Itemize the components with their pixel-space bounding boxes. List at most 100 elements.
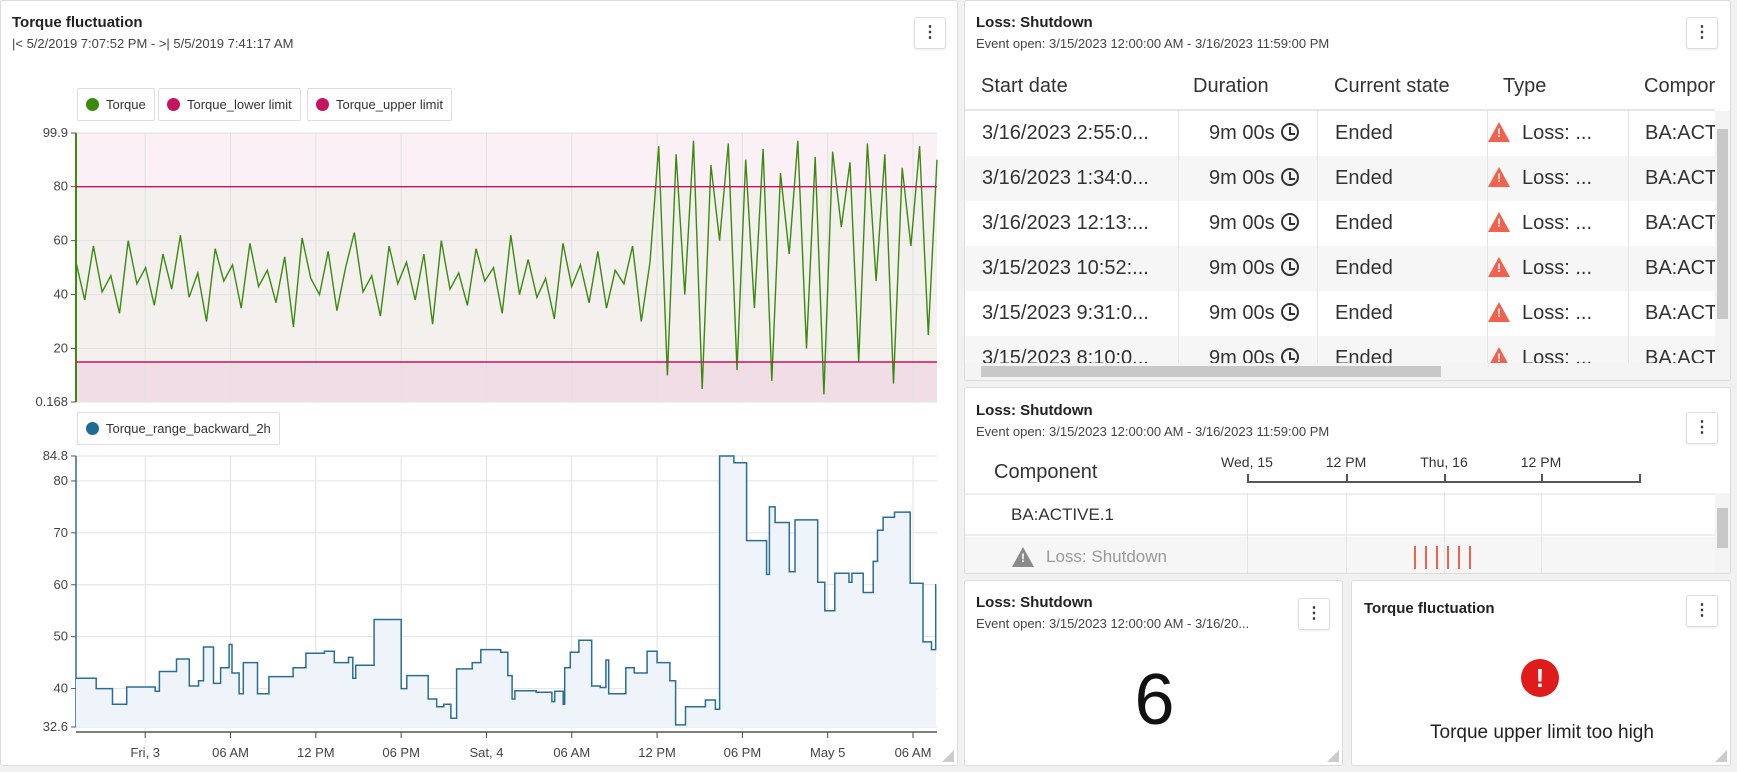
column-divider bbox=[1317, 291, 1318, 336]
panel-menu-button[interactable]: ⋮ bbox=[1686, 17, 1718, 49]
y-tick-label: 60 bbox=[54, 233, 68, 248]
row-label: BA:ACTIVE.1 bbox=[1011, 505, 1114, 524]
scrollbar-thumb[interactable] bbox=[1717, 508, 1728, 548]
column-divider bbox=[1178, 336, 1179, 363]
table-row[interactable]: 3/15/2023 9:31:0... 9m 00s Ended Loss: ... B… bbox=[966, 291, 1715, 336]
component-cell-text: BA:ACT bbox=[1645, 167, 1715, 189]
axis-tick bbox=[1247, 474, 1249, 483]
torque-range-area bbox=[76, 456, 936, 727]
y-tick-label: 20 bbox=[54, 341, 68, 356]
axis-tick bbox=[1346, 474, 1348, 483]
component-cell-text: BA:ACT bbox=[1645, 122, 1715, 144]
column-header-component[interactable]: Compor bbox=[1644, 75, 1715, 98]
table-row[interactable]: 3/15/2023 8:10:0... 9m 00s Ended Loss: ... B… bbox=[966, 336, 1715, 363]
start-date-cell-text: 3/16/2023 12:13:... bbox=[982, 212, 1149, 234]
x-tick-label: 06 AM bbox=[553, 745, 590, 760]
upper-band bbox=[76, 133, 937, 187]
alert-panel: Torque fluctuation ⋮ ! Torque upper limi… bbox=[1351, 580, 1731, 766]
event-table-panel: Loss: Shutdown Event open: 3/15/2023 12:… bbox=[964, 0, 1731, 381]
clock-icon bbox=[1280, 213, 1299, 231]
component-cell: BA:ACT bbox=[1645, 302, 1715, 325]
y-tick-label: 99.9 bbox=[43, 125, 68, 140]
table-row[interactable]: 3/16/2023 12:13:... 9m 00s Ended Loss: ... B… bbox=[966, 201, 1715, 246]
duration-cell: 9m 00s bbox=[1209, 347, 1299, 363]
timeline-row-event[interactable]: Loss: Shutdown bbox=[965, 537, 1715, 573]
column-divider bbox=[1178, 291, 1179, 336]
duration-cell: 9m 00s bbox=[1209, 167, 1299, 190]
type-cell-text: Loss: ... bbox=[1522, 257, 1593, 279]
component-cell-text: BA:ACT bbox=[1645, 302, 1715, 324]
warning-icon bbox=[1488, 167, 1510, 187]
type-cell-text: Loss: ... bbox=[1522, 122, 1593, 144]
horizontal-scrollbar[interactable] bbox=[965, 363, 1730, 380]
state-cell: Ended bbox=[1335, 122, 1393, 145]
y-tick-label: 70 bbox=[54, 525, 68, 540]
axis-label: Thu, 16 bbox=[1420, 454, 1468, 470]
table-row[interactable]: 3/16/2023 2:55:0... 9m 00s Ended Loss: ... B… bbox=[966, 111, 1715, 156]
y-tick-label: 80 bbox=[54, 179, 68, 194]
duration-cell-text: 9m 00s bbox=[1209, 122, 1275, 144]
column-divider bbox=[1628, 291, 1629, 336]
x-tick-label: 06 PM bbox=[382, 745, 420, 760]
table-body: 3/16/2023 2:55:0... 9m 00s Ended Loss: ... B… bbox=[965, 111, 1715, 363]
panel-menu-button[interactable]: ⋮ bbox=[1686, 412, 1718, 444]
table-row[interactable]: 3/16/2023 1:34:0... 9m 00s Ended Loss: ... B… bbox=[966, 156, 1715, 201]
axis-tick bbox=[1639, 474, 1641, 483]
column-header-type[interactable]: Type bbox=[1503, 75, 1546, 98]
start-date-cell: 3/16/2023 1:34:0... bbox=[982, 167, 1149, 190]
event-mark bbox=[1425, 546, 1427, 569]
y-tick-label: 32.6 bbox=[43, 719, 68, 734]
panel-title: Torque fluctuation bbox=[1364, 600, 1495, 617]
x-tick-label: Fri, 3 bbox=[130, 745, 160, 760]
panel-menu-button[interactable]: ⋮ bbox=[1686, 595, 1718, 627]
panel-menu-button[interactable]: ⋮ bbox=[1298, 598, 1330, 630]
scrollbar-thumb[interactable] bbox=[1717, 129, 1728, 319]
grid-line bbox=[1444, 493, 1445, 573]
lower-band bbox=[76, 361, 937, 402]
component-cell: BA:ACT bbox=[1645, 122, 1715, 145]
torque-chart-panel: Torque fluctuation |< 5/2/2019 7:07:52 P… bbox=[0, 0, 958, 766]
panel-title: Loss: Shutdown bbox=[976, 14, 1093, 31]
vertical-scrollbar[interactable] bbox=[1715, 111, 1730, 363]
x-tick-label: 06 AM bbox=[212, 745, 249, 760]
column-divider bbox=[1628, 201, 1629, 246]
row-label: Loss: Shutdown bbox=[1046, 547, 1167, 566]
state-cell: Ended bbox=[1335, 302, 1393, 325]
y-tick-label: 0.168 bbox=[35, 394, 68, 409]
state-cell-text: Ended bbox=[1335, 302, 1393, 324]
event-range: Event open: 3/15/2023 12:00:00 AM - 3/16… bbox=[976, 424, 1330, 439]
state-cell-text: Ended bbox=[1335, 212, 1393, 234]
panel-title: Loss: Shutdown bbox=[976, 594, 1093, 611]
column-header-start-date[interactable]: Start date bbox=[981, 75, 1068, 98]
column-header-current-state[interactable]: Current state bbox=[1334, 75, 1450, 98]
torque-charts[interactable]: 99.9 80 60 40 20 0.168 Fri, 3 06 AM 12 PM 06 PM Sa… bbox=[1, 1, 959, 767]
resize-handle[interactable] bbox=[1327, 750, 1339, 762]
component-column-header: Component bbox=[994, 461, 1098, 483]
start-date-cell-text: 3/16/2023 1:34:0... bbox=[982, 167, 1149, 189]
event-range: Event open: 3/15/2023 12:00:00 AM - 3/16… bbox=[976, 616, 1250, 631]
resize-handle[interactable] bbox=[942, 750, 954, 762]
vertical-scrollbar[interactable] bbox=[1715, 493, 1730, 573]
event-timeline-panel: Loss: Shutdown Event open: 3/15/2023 12:… bbox=[964, 387, 1731, 574]
state-cell: Ended bbox=[1335, 257, 1393, 280]
scrollbar-thumb[interactable] bbox=[981, 366, 1441, 377]
component-cell: BA:ACT bbox=[1645, 212, 1715, 235]
column-divider bbox=[1628, 246, 1629, 291]
duration-cell-text: 9m 00s bbox=[1209, 212, 1275, 234]
table-row[interactable]: 3/15/2023 10:52:... 9m 00s Ended Loss: ... B… bbox=[966, 246, 1715, 291]
duration-cell: 9m 00s bbox=[1209, 302, 1299, 325]
start-date-cell: 3/16/2023 12:13:... bbox=[982, 212, 1149, 235]
warning-icon bbox=[1488, 257, 1510, 277]
resize-handle[interactable] bbox=[1715, 750, 1727, 762]
kebab-menu-icon: ⋮ bbox=[1694, 24, 1710, 41]
column-divider bbox=[1178, 246, 1179, 291]
state-cell: Ended bbox=[1335, 167, 1393, 190]
column-header-duration[interactable]: Duration bbox=[1193, 75, 1269, 98]
event-mark bbox=[1436, 546, 1438, 569]
timeline-row-component[interactable]: BA:ACTIVE.1 bbox=[965, 493, 1715, 536]
column-divider bbox=[1178, 111, 1179, 156]
kebab-menu-icon: ⋮ bbox=[1694, 419, 1710, 436]
type-cell-text: Loss: ... bbox=[1522, 302, 1593, 324]
duration-cell-text: 9m 00s bbox=[1209, 302, 1275, 324]
component-cell-text: BA:ACT bbox=[1645, 212, 1715, 234]
